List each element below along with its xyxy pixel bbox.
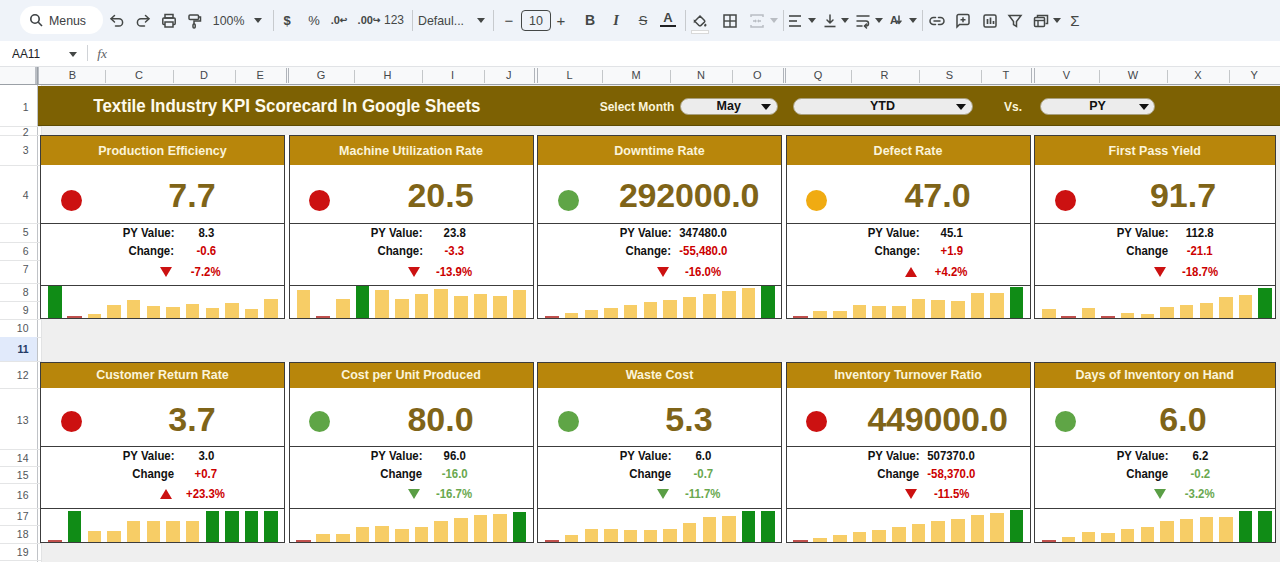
svg-text:A: A	[890, 14, 898, 26]
